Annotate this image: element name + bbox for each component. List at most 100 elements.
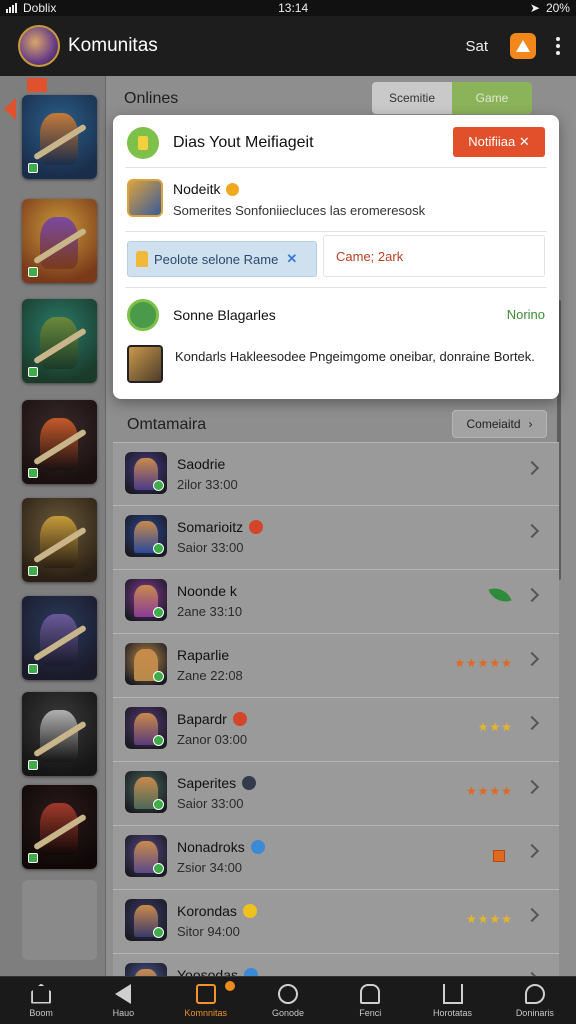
verified-badge-icon xyxy=(232,712,247,726)
segment-scemitie[interactable]: Scemitie xyxy=(372,82,452,114)
people-icon xyxy=(360,983,381,1004)
status-dot xyxy=(28,367,38,377)
online-status: Norino xyxy=(506,307,545,322)
flame-icon[interactable] xyxy=(510,33,536,59)
rating-stars: ★★★★★ xyxy=(454,656,513,670)
game-thumbnail[interactable] xyxy=(22,692,97,776)
nav-item-circle[interactable]: Gonode xyxy=(247,977,329,1024)
list-item-name: Saperites xyxy=(177,775,237,791)
game-pill-label: Came; 2ark xyxy=(336,248,404,264)
list-item-name-row: Raparlie xyxy=(177,647,229,663)
nav-item-people[interactable]: Fenci xyxy=(329,977,411,1024)
notification-close-button[interactable]: Notifiiaa ✕ xyxy=(453,127,545,157)
list-item[interactable]: Nonadroks Zsior 34:00 xyxy=(113,826,559,890)
list-item-name: Saodrie xyxy=(177,456,226,472)
medal-icon xyxy=(493,850,505,862)
notification-dot xyxy=(224,981,235,991)
list-item-name-row: Noonde k xyxy=(177,583,237,599)
see-all-label: Comeiaitd xyxy=(466,417,521,431)
list-item-time: 2ilor 33:00 xyxy=(177,477,238,492)
game-thumbnail[interactable] xyxy=(22,400,97,484)
game-avatar-icon xyxy=(125,452,167,494)
popup-game-row[interactable]: Nodeitk xyxy=(173,181,240,197)
location-icon: ➤ xyxy=(529,1,540,15)
list-item[interactable]: Saodrie 2ilor 33:00 xyxy=(113,442,559,506)
chevron-right-icon xyxy=(524,843,540,859)
nav-item-community[interactable]: Komnnitas xyxy=(165,977,247,1024)
game-thumbnail[interactable] xyxy=(22,596,97,680)
signal-icon xyxy=(6,3,17,13)
circle-icon xyxy=(277,983,298,1004)
page-title: Komunitas xyxy=(68,35,158,56)
popup-description: Kondarls Hakleesodee Pngeimgome oneibar,… xyxy=(175,349,535,364)
nav-item-share[interactable]: Horotatas xyxy=(411,977,493,1024)
list-item-name: Korondas xyxy=(177,903,237,919)
segment-game[interactable]: Game xyxy=(452,82,532,114)
game-icon xyxy=(127,345,163,383)
list-item-time: Saior 33:00 xyxy=(177,540,244,555)
nav-item-back[interactable]: Hauo xyxy=(82,977,164,1024)
game-avatar-icon xyxy=(125,899,167,941)
list-item[interactable]: Korondas Sitor 94:00 ★★★★ xyxy=(113,890,559,954)
section-title: Omtamaira xyxy=(127,416,207,433)
game-thumbnail[interactable] xyxy=(22,95,97,179)
divider xyxy=(125,231,547,232)
profile-avatar[interactable] xyxy=(18,25,60,67)
share-icon xyxy=(442,983,463,1004)
carrier-label: Doblix xyxy=(23,1,57,15)
game-avatar-icon xyxy=(125,643,167,685)
list-item[interactable]: Noonde k 2ane 33:10 xyxy=(113,570,559,634)
see-all-button[interactable]: Comeiaitd › xyxy=(452,410,547,438)
chevron-right-icon xyxy=(524,651,540,667)
notification-popup: Dias Yout Meifiageit Notifiiaa ✕ Nodeitk… xyxy=(113,115,559,399)
chevron-right-icon xyxy=(524,587,540,603)
popup-header: Dias Yout Meifiageit xyxy=(127,127,314,159)
game-thumbnail[interactable] xyxy=(22,299,97,383)
status-dot xyxy=(28,760,38,770)
chevron-right-icon xyxy=(524,779,540,795)
more-vert-icon[interactable] xyxy=(556,37,560,55)
list-item[interactable]: Somarioitz Saior 33:00 xyxy=(113,506,559,570)
nav-label: Fenci xyxy=(359,1007,382,1018)
status-dot xyxy=(153,863,164,874)
bottom-navigation: Boom Hauo Komnnitas Gonode Fenci Horotatas Don… xyxy=(0,976,576,1024)
list-item-time: 2ane 33:10 xyxy=(177,604,243,619)
list-item[interactable]: Raparlie Zane 22:08 ★★★★★ xyxy=(113,634,559,698)
list-item[interactable]: Saperites Saior 33:00 ★★★★ xyxy=(113,762,559,826)
list-item-name-row: Bapardr xyxy=(177,711,247,727)
status-dot xyxy=(28,664,38,674)
game-thumbnail[interactable] xyxy=(22,498,97,582)
sat-button[interactable]: Sat xyxy=(465,38,488,55)
game-pill[interactable]: Came; 2ark xyxy=(323,235,545,277)
status-dot xyxy=(153,735,164,746)
rating-stars: ★★★ xyxy=(477,720,513,734)
game-icon xyxy=(127,179,163,217)
nav-label: Gonode xyxy=(271,1007,304,1018)
invite-pill[interactable]: Peolote selone Rame ✕ xyxy=(127,241,317,277)
status-dot xyxy=(153,607,164,618)
status-dot xyxy=(153,543,164,554)
status-dot xyxy=(28,163,38,173)
list-item-time: Zsior 34:00 xyxy=(177,860,243,875)
list-item-time: Sitor 94:00 xyxy=(177,924,240,939)
chat-icon xyxy=(524,983,545,1004)
nav-item-chat[interactable]: Doninaris xyxy=(494,977,576,1024)
list-item-time: Saior 33:00 xyxy=(177,796,244,811)
verified-badge-icon xyxy=(250,840,265,854)
collapse-arrow-icon[interactable] xyxy=(4,98,16,120)
nav-label: Horotatas xyxy=(433,1007,473,1018)
app-bar: Komunitas Sat xyxy=(0,16,576,76)
popup-community-name[interactable]: Sonne Blagarles xyxy=(173,307,276,323)
verified-badge-icon xyxy=(249,520,264,534)
rating-stars: ★★★★ xyxy=(465,784,513,798)
game-thumbnail[interactable] xyxy=(22,199,97,283)
divider xyxy=(125,287,547,288)
popup-title: Dias Yout Meifiageit xyxy=(173,134,314,151)
nav-item-home[interactable]: Boom xyxy=(0,977,82,1024)
nav-label: Hauo xyxy=(112,1007,135,1018)
list-item[interactable]: Bapardr Zanor 03:00 ★★★ xyxy=(113,698,559,762)
pill-close-icon[interactable]: ✕ xyxy=(286,251,297,267)
status-dot xyxy=(28,468,38,478)
game-thumbnail[interactable] xyxy=(22,785,97,869)
status-bar: Doblix 13:14 ➤ 20% xyxy=(0,0,576,16)
